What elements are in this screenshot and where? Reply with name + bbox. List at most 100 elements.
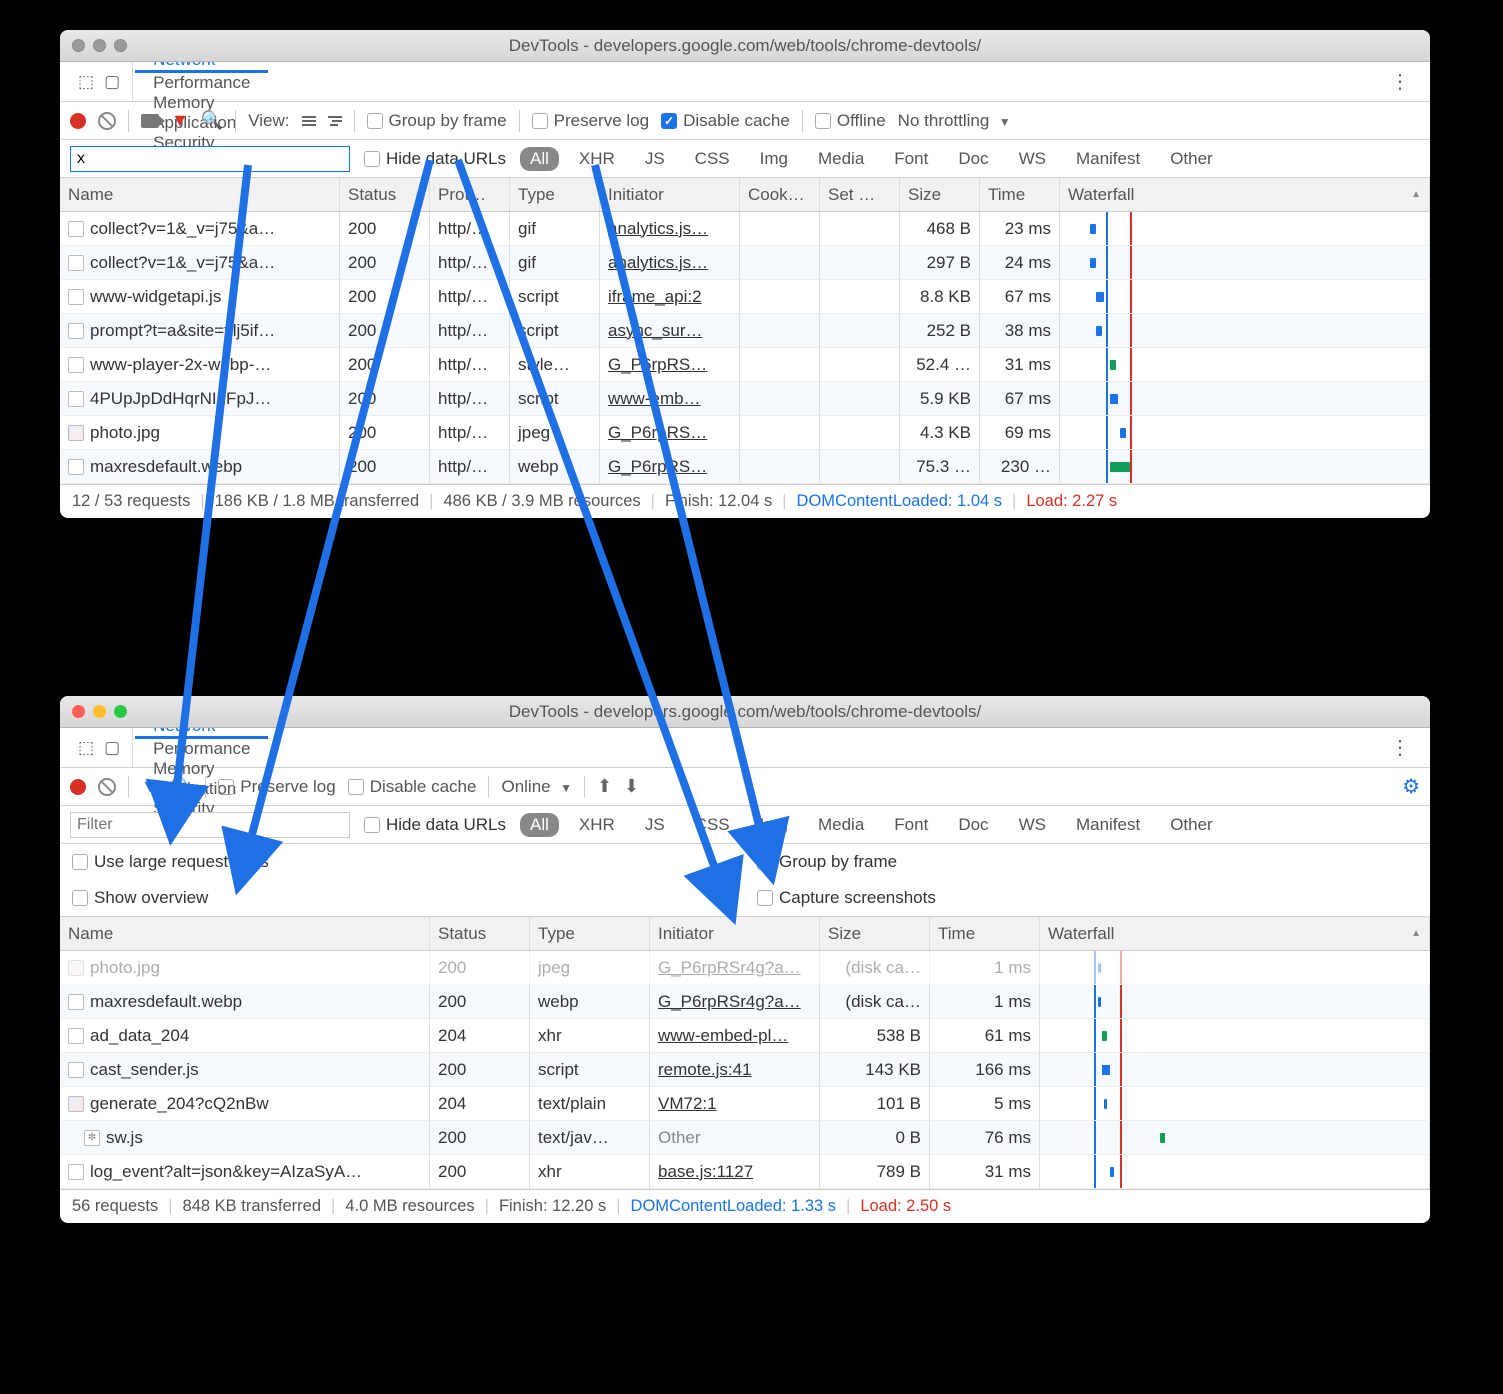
table-row[interactable]: 4PUpJpDdHqrNInFpJ…200http/…scriptwww-emb… [60,382,1430,416]
zoom-dot[interactable] [114,705,127,718]
initiator-link[interactable]: analytics.js… [608,219,708,239]
table-row[interactable]: photo.jpg200http/…jpegG_P6rpRS…4.3 KB69 … [60,416,1430,450]
column-time[interactable]: Time [930,917,1040,950]
preserve-log-check[interactable]: Preserve log [532,111,649,131]
filter-type-font[interactable]: Font [884,813,938,837]
filter-type-xhr[interactable]: XHR [569,813,625,837]
filter-type-css[interactable]: CSS [685,813,740,837]
hide-data-urls-check[interactable]: Hide data URLs [364,815,506,835]
table-row[interactable]: maxresdefault.webp200http/…webpG_P6rpRS…… [60,450,1430,484]
more-icon[interactable]: ⋮ [1376,735,1424,760]
column-time[interactable]: Time [980,178,1060,211]
initiator-link[interactable]: VM72:1 [658,1094,717,1114]
table-row[interactable]: log_event?alt=json&key=AIzaSyA…200xhrbas… [60,1155,1430,1189]
table-row[interactable]: photo.jpg200jpegG_P6rpRSr4g?a…(disk ca…1… [60,951,1430,985]
inspect-icon[interactable]: ⬚ [78,72,94,92]
online-dropdown[interactable]: Online ▼ [501,777,571,797]
tab-performance[interactable]: Performance [135,739,268,759]
filter-type-manifest[interactable]: Manifest [1066,813,1150,837]
column-set[interactable]: Set … [820,178,900,211]
column-status[interactable]: Status [430,917,530,950]
titlebar[interactable]: DevTools - developers.google.com/web/too… [60,696,1430,728]
group-by-frame-check[interactable]: Group by frame [745,844,1430,880]
preserve-log-check[interactable]: Preserve log [218,777,335,797]
upload-har-icon[interactable]: ⬆ [597,776,612,797]
filter-type-other[interactable]: Other [1160,147,1223,171]
filter-type-manifest[interactable]: Manifest [1066,147,1150,171]
offline-check[interactable]: Offline [815,111,886,131]
more-icon[interactable]: ⋮ [1376,69,1424,94]
overview-icon[interactable] [328,116,342,126]
large-rows-check[interactable]: Use large request rows [60,844,745,880]
initiator-link[interactable]: www-embed-pl… [658,1026,788,1046]
search-icon[interactable]: 🔍 [201,110,223,131]
minimize-dot[interactable] [93,39,106,52]
filter-toggle-icon[interactable]: ▼ [141,776,159,797]
column-waterfall[interactable]: Waterfall [1040,917,1430,950]
column-type[interactable]: Type [510,178,600,211]
table-row[interactable]: generate_204?cQ2nBw204text/plainVM72:110… [60,1087,1430,1121]
device-icon[interactable]: ▢ [104,738,120,758]
column-initiator[interactable]: Initiator [600,178,740,211]
show-overview-check[interactable]: Show overview [60,880,745,916]
column-waterfall[interactable]: Waterfall [1060,178,1430,211]
column-name[interactable]: Name [60,178,340,211]
column-cook[interactable]: Cook… [740,178,820,211]
close-dot[interactable] [72,39,85,52]
titlebar[interactable]: DevTools - developers.google.com/web/too… [60,30,1430,62]
filter-type-media[interactable]: Media [808,813,874,837]
initiator-link[interactable]: G_P6rpRSr4g?a… [658,958,801,978]
filter-type-js[interactable]: JS [635,813,675,837]
throttling-dropdown[interactable]: No throttling ▼ [898,111,1011,131]
device-icon[interactable]: ▢ [104,72,120,92]
close-dot[interactable] [72,705,85,718]
filter-type-media[interactable]: Media [808,147,874,171]
table-row[interactable]: prompt?t=a&site=ylj5if…200http/…scriptas… [60,314,1430,348]
filter-type-ws[interactable]: WS [1009,147,1056,171]
clear-button[interactable] [98,778,116,796]
filter-type-img[interactable]: Img [750,147,798,171]
column-status[interactable]: Status [340,178,430,211]
table-row[interactable]: cast_sender.js200scriptremote.js:41143 K… [60,1053,1430,1087]
initiator-link[interactable]: remote.js:41 [658,1060,752,1080]
filter-type-all[interactable]: All [520,147,559,171]
download-har-icon[interactable]: ⬇ [624,776,639,797]
capture-screenshots-check[interactable]: Capture screenshots [745,880,1430,916]
filter-type-js[interactable]: JS [635,147,675,171]
initiator-link[interactable]: base.js:1127 [658,1162,753,1182]
column-size[interactable]: Size [820,917,930,950]
filter-type-ws[interactable]: WS [1009,813,1056,837]
table-row[interactable]: sw.js200text/jav…Other0 B76 ms [60,1121,1430,1155]
group-by-frame-check[interactable]: Group by frame [367,111,507,131]
filter-input[interactable] [70,812,350,838]
initiator-link[interactable]: async_sur… [608,321,702,341]
initiator-link[interactable]: www-emb… [608,389,701,409]
record-button[interactable] [70,779,86,795]
minimize-dot[interactable] [93,705,106,718]
initiator-link[interactable]: G_P6rpRS… [608,423,707,443]
filter-type-doc[interactable]: Doc [948,813,998,837]
table-row[interactable]: www-player-2x-webp-…200http/…style…G_P6r… [60,348,1430,382]
filter-type-img[interactable]: Img [750,813,798,837]
clear-button[interactable] [98,112,116,130]
table-row[interactable]: maxresdefault.webp200webpG_P6rpRSr4g?a…(… [60,985,1430,1019]
filter-type-all[interactable]: All [520,813,559,837]
search-icon[interactable]: 🔍 [171,776,193,797]
zoom-dot[interactable] [114,39,127,52]
filter-type-css[interactable]: CSS [685,147,740,171]
initiator-link[interactable]: G_P6rpRSr4g?a… [658,992,801,1012]
filter-toggle-icon[interactable]: ▼ [171,110,189,131]
initiator-link[interactable]: G_P6rpRS… [608,457,707,477]
column-initiator[interactable]: Initiator [650,917,820,950]
table-row[interactable]: collect?v=1&_v=j75&a…200http/…gifanalyti… [60,212,1430,246]
inspect-icon[interactable]: ⬚ [78,738,94,758]
filter-type-other[interactable]: Other [1160,813,1223,837]
record-button[interactable] [70,113,86,129]
disable-cache-check[interactable]: Disable cache [348,777,477,797]
large-rows-icon[interactable] [302,116,316,126]
table-row[interactable]: www-widgetapi.js200http/…scriptiframe_ap… [60,280,1430,314]
filter-type-xhr[interactable]: XHR [569,147,625,171]
tab-performance[interactable]: Performance [135,73,268,93]
filter-type-doc[interactable]: Doc [948,147,998,171]
table-row[interactable]: collect?v=1&_v=j75&a…200http/…gifanalyti… [60,246,1430,280]
